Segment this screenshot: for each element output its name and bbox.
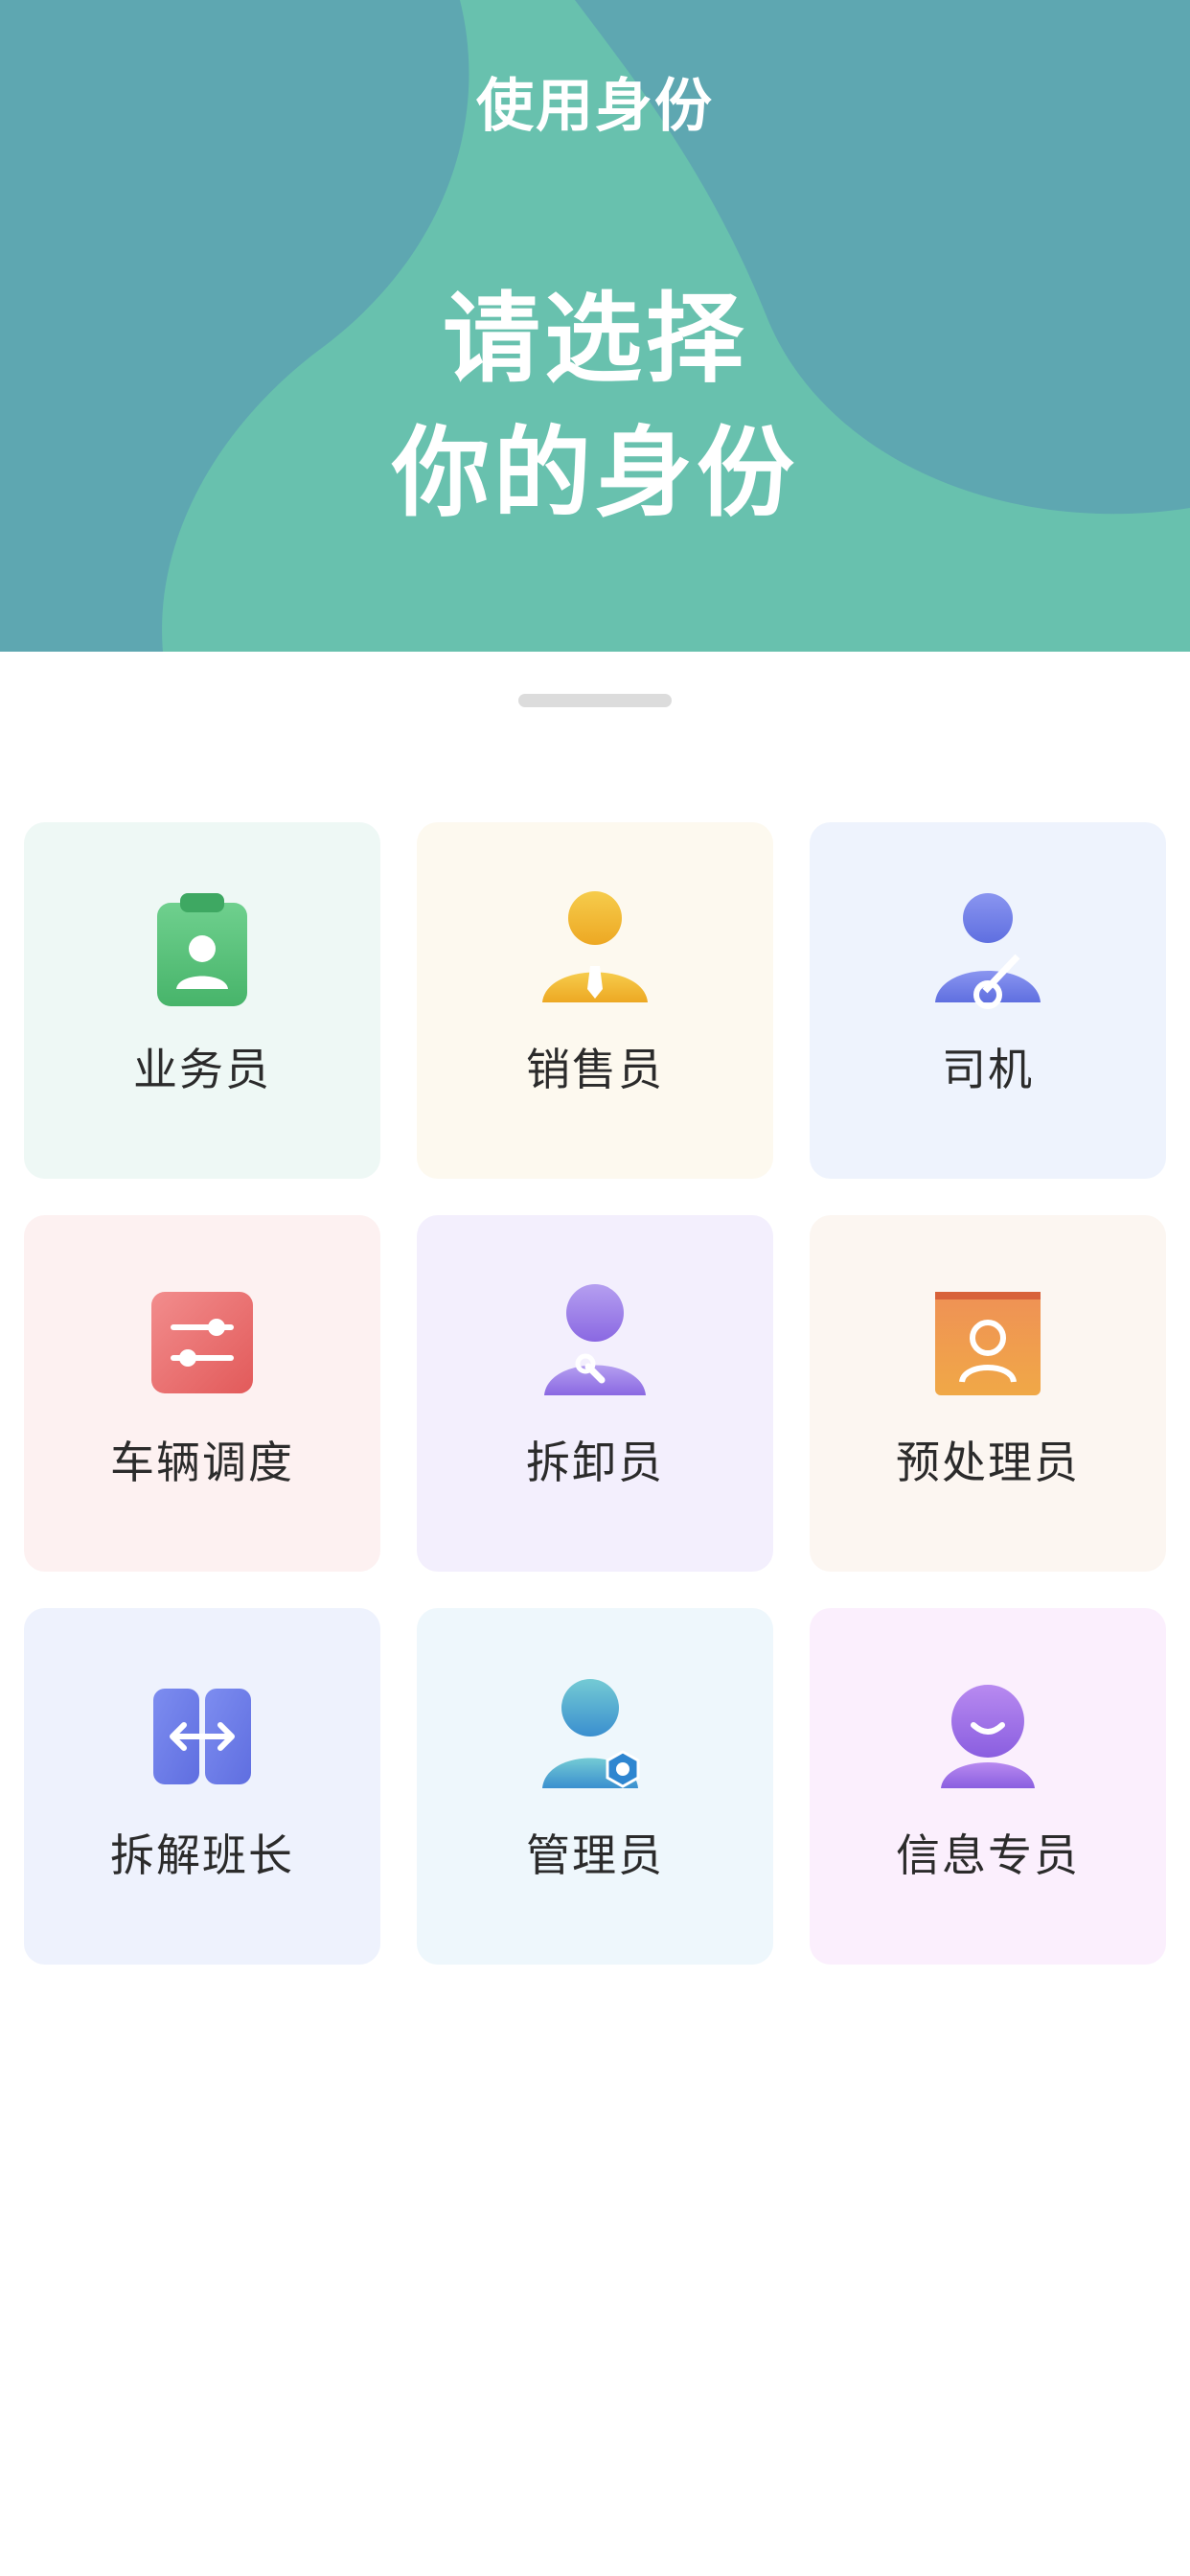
role-label: 业务员: [133, 1044, 271, 1095]
salesperson-tie-icon: [542, 891, 648, 1002]
header-banner: 使用身份 请选择 你的身份: [0, 0, 1190, 652]
hero-title-line-1: 请选择: [443, 283, 747, 397]
hero-title: 请选择 你的身份: [0, 273, 1190, 541]
role-card-sales[interactable]: 销售员: [417, 822, 773, 1179]
role-label: 信息专员: [896, 1829, 1080, 1881]
driver-seatbelt-icon: [935, 893, 1041, 1009]
role-label: 车辆调度: [110, 1437, 294, 1488]
role-card-salesman[interactable]: 业务员: [24, 822, 380, 1179]
role-label: 销售员: [526, 1044, 664, 1095]
nav-title: 使用身份: [476, 73, 714, 140]
contact-book-icon: [935, 1292, 1041, 1395]
hero-title-line-2: 你的身份: [392, 417, 798, 531]
role-label: 拆卸员: [526, 1437, 664, 1488]
role-card-driver[interactable]: 司机: [810, 822, 1166, 1179]
role-sheet: 业务员 销售员 司机 车辆调度 拆卸员 预处理员 拆解班长 管理员 信息专员: [0, 652, 1190, 2576]
role-label: 拆解班长: [110, 1829, 294, 1881]
role-label: 司机: [942, 1044, 1034, 1095]
admin-gear-icon: [542, 1679, 640, 1788]
role-card-dispatch[interactable]: 车辆调度: [24, 1215, 380, 1572]
role-card-info-specialist[interactable]: 信息专员: [810, 1608, 1166, 1965]
role-label: 预处理员: [896, 1437, 1080, 1488]
role-card-disassembler[interactable]: 拆卸员: [417, 1215, 773, 1572]
slider-settings-icon: [151, 1292, 253, 1393]
worker-wrench-icon: [544, 1284, 646, 1395]
smiley-person-icon: [941, 1685, 1035, 1788]
sheet-drag-handle[interactable]: [518, 694, 672, 707]
role-card-team-leader[interactable]: 拆解班长: [24, 1608, 380, 1965]
role-card-preprocessor[interactable]: 预处理员: [810, 1215, 1166, 1572]
role-grid: 业务员 销售员 司机 车辆调度 拆卸员 预处理员 拆解班长 管理员 信息专员: [24, 822, 1166, 1965]
clipboard-person-icon: [157, 893, 247, 1006]
split-arrows-icon: [153, 1689, 251, 1784]
role-card-admin[interactable]: 管理员: [417, 1608, 773, 1965]
role-label: 管理员: [526, 1829, 664, 1881]
